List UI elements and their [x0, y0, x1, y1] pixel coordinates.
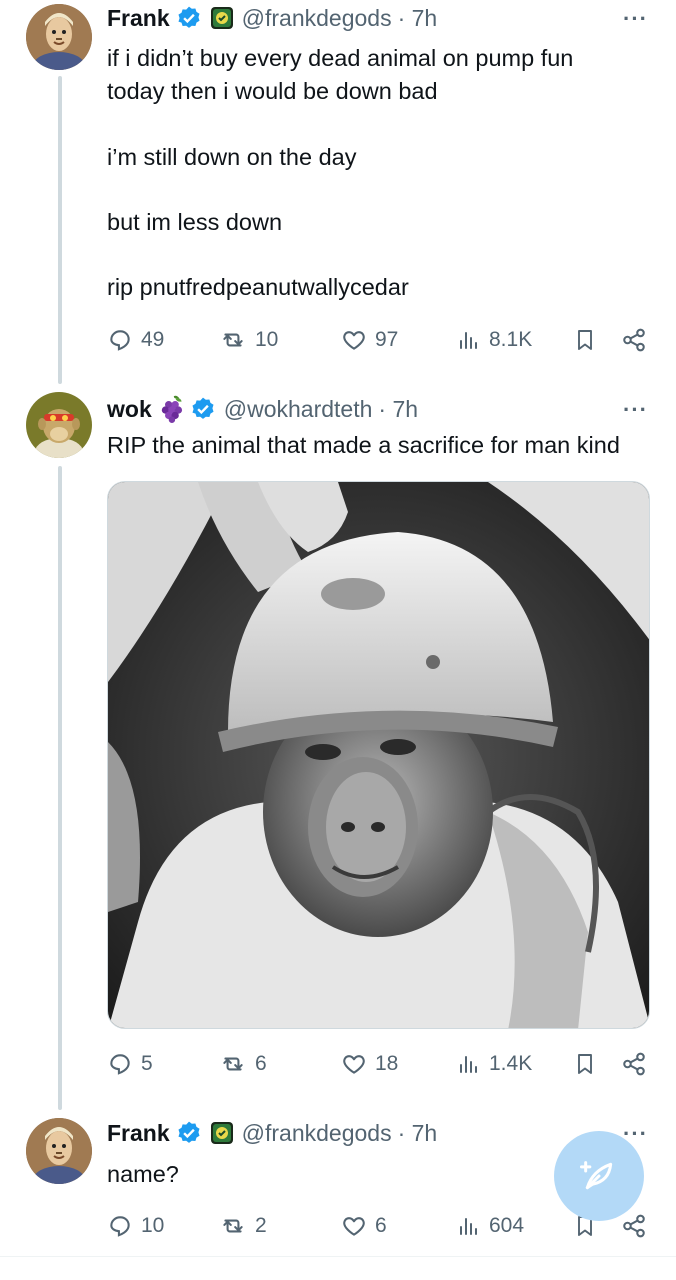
tweet-header: Frank @frankdegods · 7h — [107, 1117, 437, 1149]
like-button[interactable]: 97 — [341, 327, 398, 353]
bookmark-icon — [578, 1054, 592, 1074]
reply-icon — [110, 330, 130, 351]
repost-button[interactable]: 2 — [219, 1213, 267, 1239]
repost-icon — [223, 1057, 243, 1071]
share-button[interactable] — [621, 1213, 647, 1239]
share-icon — [623, 328, 645, 352]
reply-button[interactable]: 10 — [107, 1213, 164, 1239]
view-count: 604 — [489, 1214, 525, 1237]
compose-button[interactable] — [554, 1131, 644, 1221]
tweet-text: if i didn’t buy every dead animal on pum… — [107, 42, 652, 304]
display-name[interactable]: Frank — [107, 1120, 170, 1147]
timestamp[interactable]: · 7h — [378, 396, 418, 423]
reply-icon — [110, 1054, 130, 1075]
like-count: 6 — [375, 1214, 387, 1237]
timestamp[interactable]: · 7h — [398, 5, 438, 32]
tweet-actions: 49 10 97 8.1K — [107, 323, 648, 357]
tweet-actions: 5 6 18 1.4K — [107, 1047, 648, 1081]
verified-icon — [176, 1120, 202, 1146]
views-button[interactable]: 604 — [457, 1213, 524, 1239]
tweet-paragraph: i’m still down on the day — [107, 144, 357, 170]
affiliate-badge-icon — [210, 6, 234, 30]
compose-icon — [580, 1161, 613, 1190]
repost-icon — [223, 333, 243, 347]
tweet-paragraph: but im less down — [107, 209, 283, 235]
handle[interactable]: @frankdegods — [242, 1120, 392, 1147]
handle[interactable]: @frankdegods — [242, 5, 392, 32]
affiliate-badge-icon — [210, 1121, 234, 1145]
like-icon — [343, 1217, 365, 1236]
bookmark-icon — [578, 330, 592, 350]
bookmark-button[interactable] — [573, 326, 597, 354]
views-button[interactable]: 8.1K — [457, 327, 532, 353]
timestamp[interactable]: · 7h — [398, 1120, 438, 1147]
share-icon — [623, 1214, 645, 1238]
view-count: 1.4K — [489, 1052, 533, 1075]
repost-count: 6 — [255, 1052, 267, 1075]
repost-button[interactable]: 6 — [219, 1051, 267, 1077]
avatar[interactable] — [26, 1118, 92, 1184]
repost-count: 2 — [255, 1214, 267, 1237]
reply-button[interactable]: 5 — [107, 1051, 153, 1077]
tweet-paragraph: RIP the animal that made a sacrifice for… — [107, 432, 620, 458]
tweet-paragraph: if i didn’t buy every dead animal on pum… — [107, 45, 574, 104]
verified-icon — [176, 5, 202, 31]
like-button[interactable]: 18 — [341, 1051, 398, 1077]
share-button[interactable] — [621, 327, 647, 353]
like-button[interactable]: 6 — [341, 1213, 387, 1239]
handle[interactable]: @wokhardteth — [224, 396, 373, 423]
like-count: 18 — [375, 1052, 399, 1075]
verified-icon — [190, 396, 216, 422]
reply-count: 5 — [141, 1052, 153, 1075]
reply-button[interactable]: 49 — [107, 327, 164, 353]
display-name[interactable]: wok — [107, 396, 152, 423]
reply-count: 49 — [141, 328, 165, 351]
display-name[interactable]: Frank — [107, 5, 170, 32]
tweet-actions: 10 2 6 604 — [107, 1209, 648, 1243]
views-icon — [460, 1218, 477, 1235]
bottom-navigation-bar — [0, 1256, 676, 1280]
tweet[interactable]: wok @wokhardteth · 7h ··· RIP the animal… — [0, 380, 676, 1090]
tweet-header: wok @wokhardteth · 7h — [107, 393, 418, 425]
tweet[interactable]: Frank @frankdegods · 7h ··· if i didn’t … — [0, 0, 676, 380]
tweet-paragraph: rip pnutfredpeanutwallycedar — [107, 274, 409, 300]
share-button[interactable] — [621, 1051, 647, 1077]
share-icon — [623, 1052, 645, 1076]
bookmark-button[interactable] — [573, 1050, 597, 1078]
tweet-media-image[interactable] — [107, 481, 650, 1029]
repost-icon — [223, 1219, 243, 1233]
views-icon — [460, 1056, 477, 1073]
repost-count: 10 — [255, 328, 279, 351]
views-button[interactable]: 1.4K — [457, 1051, 532, 1077]
grapes-emoji-icon — [160, 395, 186, 423]
like-count: 97 — [375, 328, 399, 351]
like-icon — [343, 1055, 365, 1074]
tweet-text: RIP the animal that made a sacrifice for… — [107, 429, 652, 462]
view-count: 8.1K — [489, 328, 533, 351]
more-options-icon[interactable]: ··· — [623, 397, 648, 423]
tweet-header: Frank @frankdegods · 7h — [107, 2, 437, 34]
views-icon — [460, 332, 477, 349]
more-options-icon[interactable]: ··· — [623, 6, 648, 32]
reply-count: 10 — [141, 1214, 165, 1237]
like-icon — [343, 331, 365, 350]
reply-icon — [110, 1216, 130, 1237]
avatar[interactable] — [26, 392, 92, 458]
repost-button[interactable]: 10 — [219, 327, 278, 353]
avatar[interactable] — [26, 4, 92, 70]
